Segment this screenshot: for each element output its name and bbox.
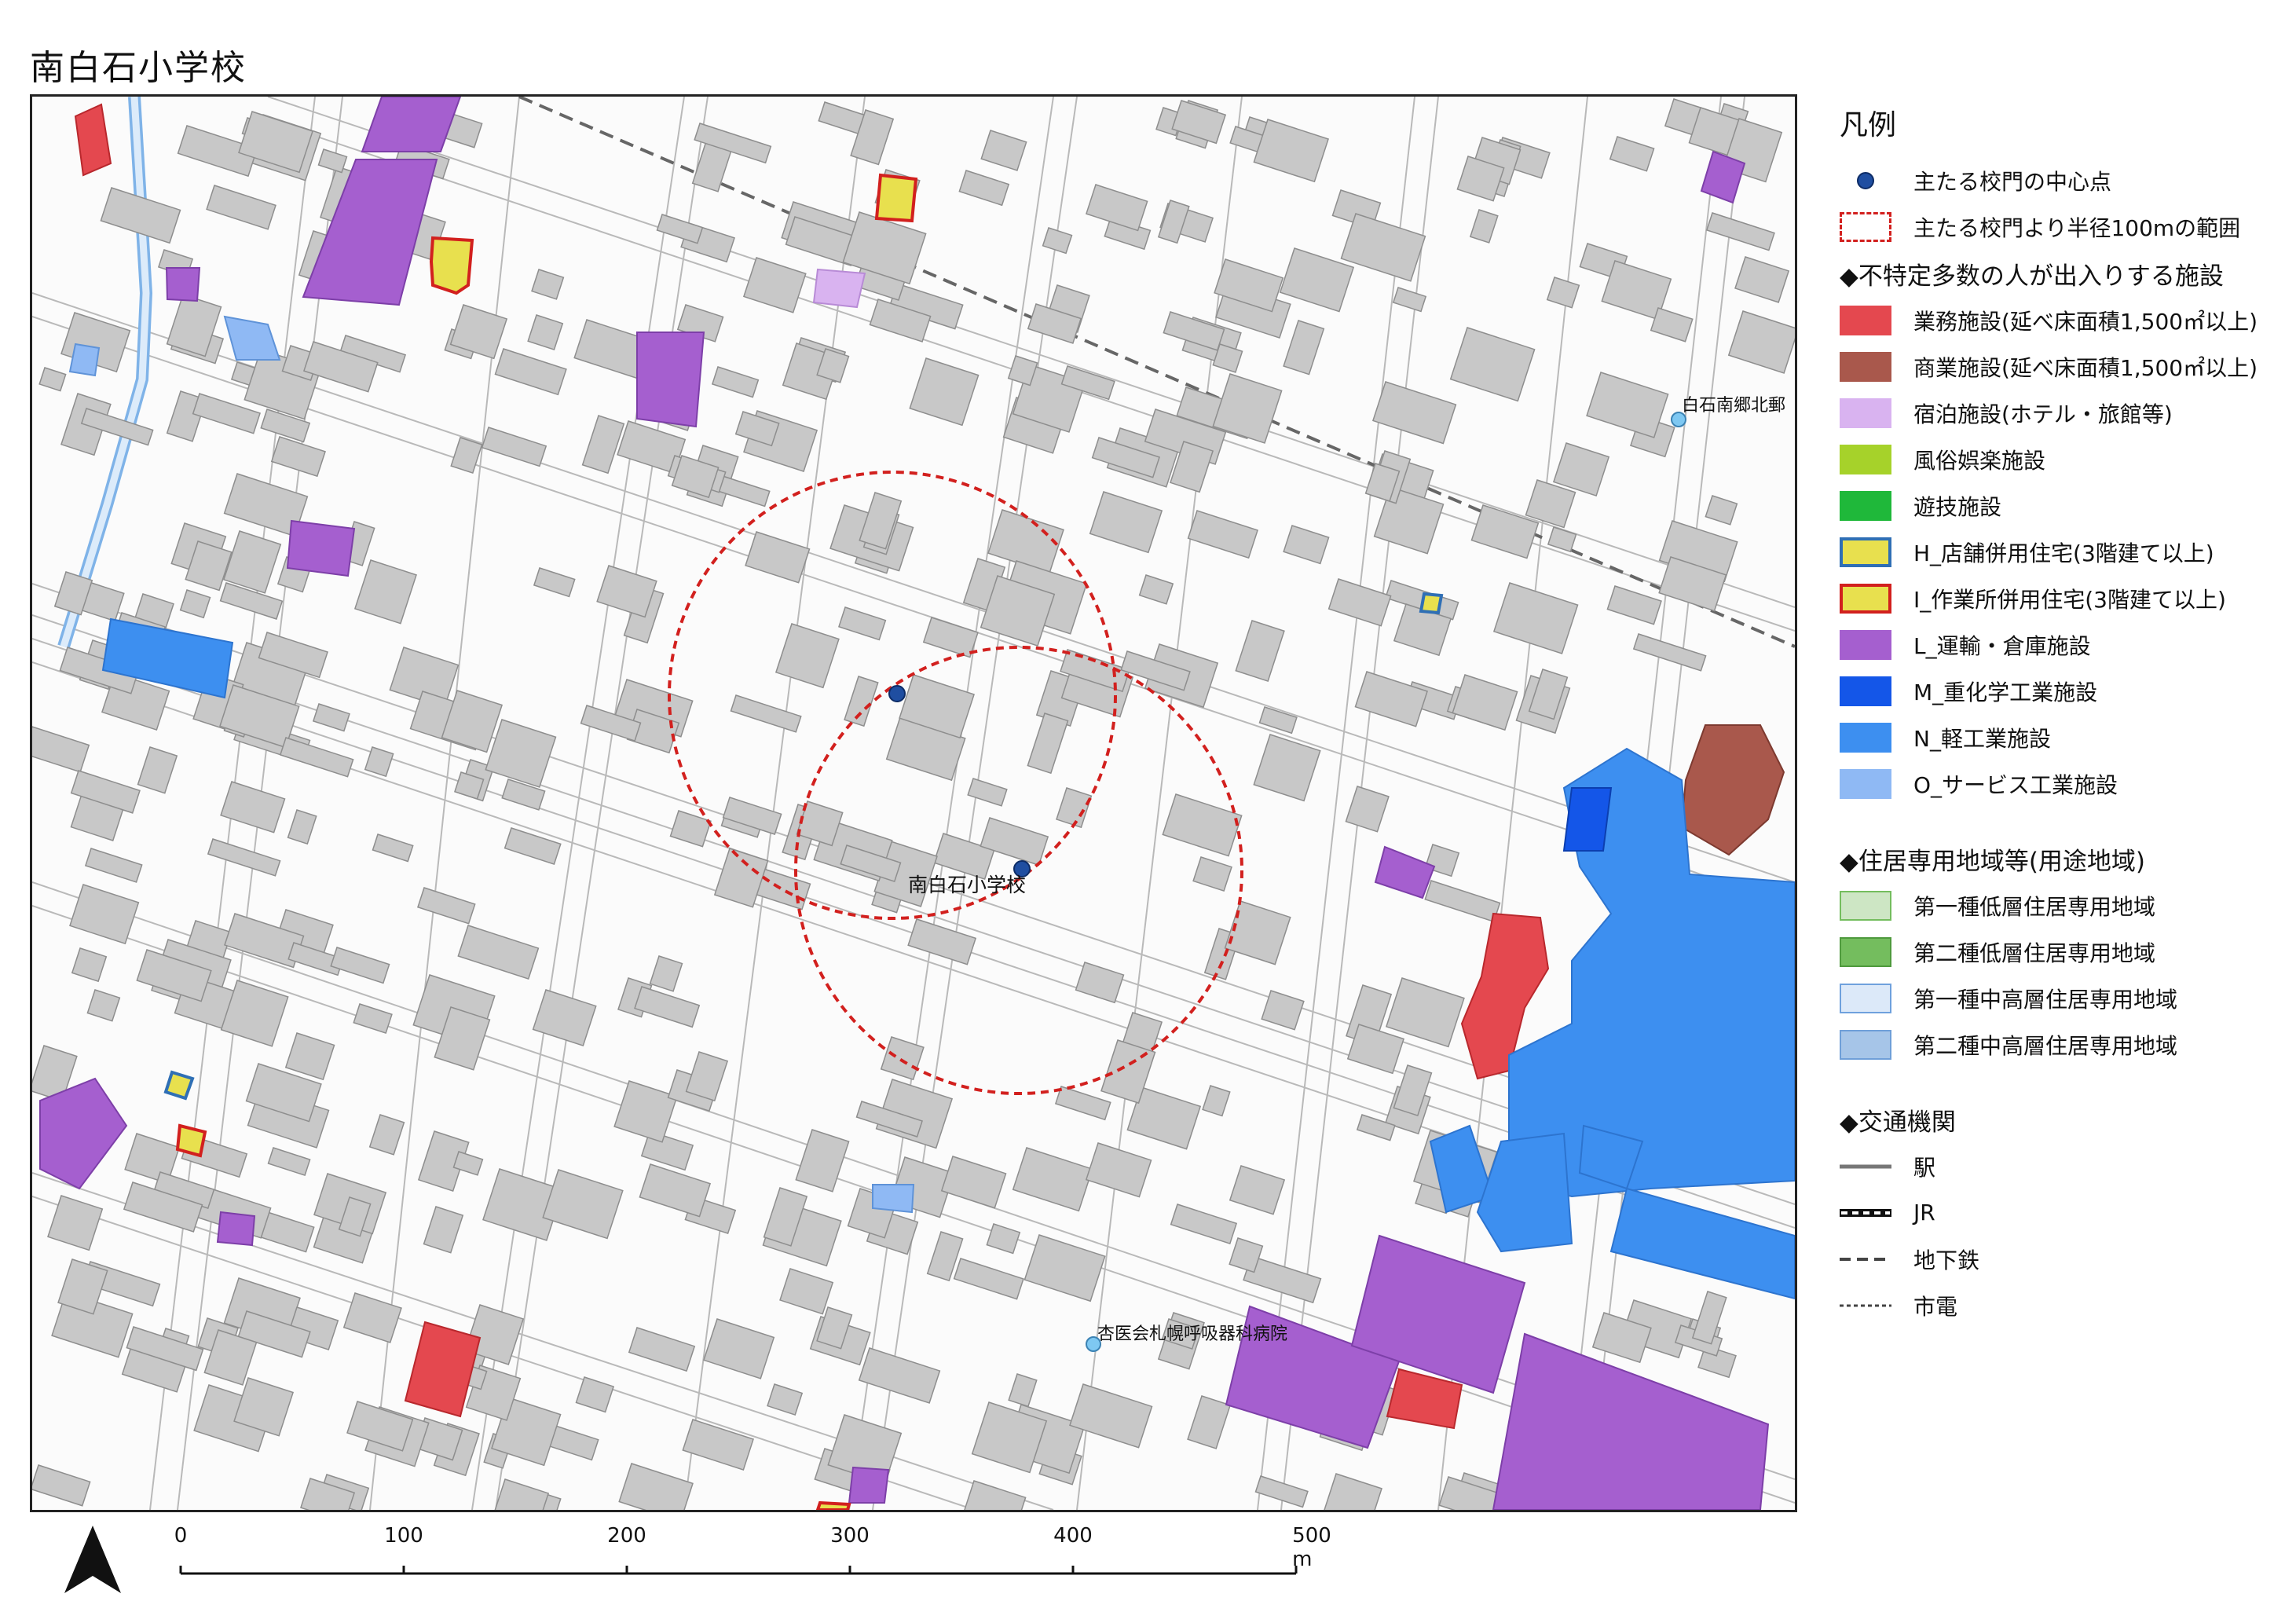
legend-label: H_店舗併用住宅(3階建て以上) bbox=[1913, 540, 2214, 566]
school-label: 南白石小学校 bbox=[908, 874, 1026, 896]
subway-line-icon bbox=[1840, 1244, 1891, 1274]
amusement-swatch bbox=[1840, 490, 1891, 521]
commercial-swatch bbox=[1840, 351, 1891, 382]
workshop-residence-facility[interactable] bbox=[429, 236, 474, 295]
post-office-label: 白石南郷北郵 bbox=[1682, 396, 1785, 416]
legend-row-station: 駅 bbox=[1840, 1143, 2280, 1189]
jr-line-icon bbox=[1840, 1198, 1891, 1228]
workshop-residence-swatch bbox=[1840, 583, 1891, 614]
legend-row-heavy-chemical: M_重化学工業施設 bbox=[1840, 668, 2280, 714]
residential-mid-2-swatch bbox=[1840, 1029, 1891, 1060]
legend-row-mid-2: 第二種中高層住居専用地域 bbox=[1840, 1021, 2280, 1068]
legend-panel: 凡例 主たる校門の中心点 主たる校門より半径100mの範囲 ◆不特定多数の人が出… bbox=[1840, 102, 2280, 1328]
legend-label: 遊技施設 bbox=[1913, 493, 2002, 520]
legend-label: 地下鉄 bbox=[1913, 1247, 1980, 1273]
legend-label: 第二種低層住居専用地域 bbox=[1913, 940, 2156, 966]
business-swatch bbox=[1840, 305, 1891, 335]
residential-mid-1-swatch bbox=[1840, 983, 1891, 1013]
service-industry-facility[interactable] bbox=[68, 343, 101, 377]
legend-row-jr: JR bbox=[1840, 1189, 2280, 1236]
lodging-swatch bbox=[1840, 398, 1891, 428]
legend-label: 宿泊施設(ホテル・旅館等) bbox=[1913, 401, 2173, 427]
legend-row-light-industry: N_軽工業施設 bbox=[1840, 714, 2280, 760]
map-view[interactable]: 白石南郷北郵 杏医会札幌呼吸器科病院 南白石小学校 bbox=[30, 94, 1797, 1512]
legend-section-facilities: ◆不特定多数の人が出入りする施設 bbox=[1840, 262, 2224, 291]
tram-line-icon bbox=[1840, 1291, 1891, 1321]
legend-row-amusement: 遊技施設 bbox=[1840, 482, 2280, 529]
legend-row-mid-1: 第一種中高層住居専用地域 bbox=[1840, 975, 2280, 1021]
legend-row-workshop-residence: I_作業所併用住宅(3階建て以上) bbox=[1840, 575, 2280, 621]
service-industry-swatch bbox=[1840, 768, 1891, 799]
legend-section-transport: ◆交通機関 bbox=[1840, 1108, 1956, 1137]
legend-row-gate: 主たる校門の中心点 bbox=[1840, 157, 2280, 203]
legend-row-low-2: 第二種低層住居専用地域 bbox=[1840, 929, 2280, 975]
legend-label: 風俗娯楽施設 bbox=[1913, 447, 2046, 474]
warehouse-facility[interactable] bbox=[848, 1466, 890, 1504]
gate-center-point[interactable] bbox=[888, 685, 906, 702]
legend-label: 業務施設(延べ床面積1,500㎡以上) bbox=[1913, 308, 2258, 335]
service-industry-facility[interactable] bbox=[872, 1184, 915, 1214]
warehouse-facility[interactable] bbox=[286, 519, 356, 577]
shop-residence-swatch bbox=[1840, 537, 1891, 567]
entertainment-swatch bbox=[1840, 444, 1891, 474]
legend-row-subway: 地下鉄 bbox=[1840, 1236, 2280, 1282]
shop-residence-facility[interactable] bbox=[1419, 592, 1444, 615]
legend-title: 凡例 bbox=[1840, 109, 1897, 141]
residential-low-2-swatch bbox=[1840, 936, 1891, 967]
page-title: 南白石小学校 bbox=[30, 48, 247, 88]
legend-label: JR bbox=[1913, 1200, 1935, 1225]
workshop-residence-facility[interactable] bbox=[175, 1123, 207, 1158]
legend-row-entertainment: 風俗娯楽施設 bbox=[1840, 436, 2280, 482]
workshop-residence-facility[interactable] bbox=[815, 1500, 851, 1510]
legend-label: M_重化学工業施設 bbox=[1913, 679, 2098, 705]
legend-label: I_作業所併用住宅(3階建て以上) bbox=[1913, 586, 2226, 613]
map-canvas[interactable]: 白石南郷北郵 杏医会札幌呼吸器科病院 南白石小学校 bbox=[32, 97, 1795, 1510]
legend-row-low-1: 第一種低層住居専用地域 bbox=[1840, 882, 2280, 929]
warehouse-facility[interactable] bbox=[636, 332, 705, 428]
legend-label: 第一種中高層住居専用地域 bbox=[1913, 986, 2178, 1013]
legend-row-tram: 市電 bbox=[1840, 1282, 2280, 1328]
legend-label: 第一種低層住居専用地域 bbox=[1913, 893, 2156, 920]
legend-label: 駅 bbox=[1913, 1154, 1936, 1181]
legend-label: 主たる校門の中心点 bbox=[1913, 168, 2112, 195]
heavy-chemical-facility[interactable] bbox=[1562, 787, 1613, 852]
legend-label: 市電 bbox=[1913, 1293, 1958, 1320]
legend-row-warehouse: L_運輸・倉庫施設 bbox=[1840, 621, 2280, 668]
warehouse-swatch bbox=[1840, 629, 1891, 660]
hospital-label: 杏医会札幌呼吸器科病院 bbox=[1097, 1324, 1287, 1344]
legend-label: 商業施設(延べ床面積1,500㎡以上) bbox=[1913, 354, 2258, 381]
legend-label: 主たる校門より半径100mの範囲 bbox=[1913, 214, 2241, 241]
warehouse-facility[interactable] bbox=[216, 1211, 256, 1247]
lodging-facility[interactable] bbox=[812, 268, 866, 309]
shop-residence-facility[interactable] bbox=[163, 1070, 195, 1101]
light-industry-swatch bbox=[1840, 722, 1891, 753]
workshop-residence-facility[interactable] bbox=[874, 173, 918, 223]
heavy-chemical-swatch bbox=[1840, 676, 1891, 706]
legend-row-business: 業務施設(延べ床面積1,500㎡以上) bbox=[1840, 297, 2280, 343]
warehouse-facility[interactable] bbox=[165, 267, 201, 302]
dashed-range-icon bbox=[1840, 211, 1891, 242]
legend-row-radius: 主たる校門より半径100mの範囲 bbox=[1840, 203, 2280, 250]
legend-row-shop-residence: H_店舗併用住宅(3階建て以上) bbox=[1840, 529, 2280, 575]
north-arrow-icon bbox=[61, 1524, 124, 1598]
legend-label: 第二種中高層住居専用地域 bbox=[1913, 1032, 2178, 1059]
legend-label: L_運輸・倉庫施設 bbox=[1913, 632, 2091, 659]
gate-dot-icon bbox=[1840, 166, 1891, 196]
residential-low-1-swatch bbox=[1840, 890, 1891, 921]
legend-section-zones: ◆住居専用地域等(用途地域) bbox=[1840, 847, 2146, 876]
legend-row-lodging: 宿泊施設(ホテル・旅館等) bbox=[1840, 390, 2280, 436]
legend-row-service-industry: O_サービス工業施設 bbox=[1840, 760, 2280, 807]
legend-row-commercial: 商業施設(延べ床面積1,500㎡以上) bbox=[1840, 343, 2280, 390]
station-line-icon bbox=[1840, 1152, 1891, 1182]
legend-label: N_軽工業施設 bbox=[1913, 725, 2051, 752]
legend-label: O_サービス工業施設 bbox=[1913, 771, 2118, 798]
scale-bar: 0 100 200 300 400 500 m bbox=[157, 1524, 1331, 1595]
